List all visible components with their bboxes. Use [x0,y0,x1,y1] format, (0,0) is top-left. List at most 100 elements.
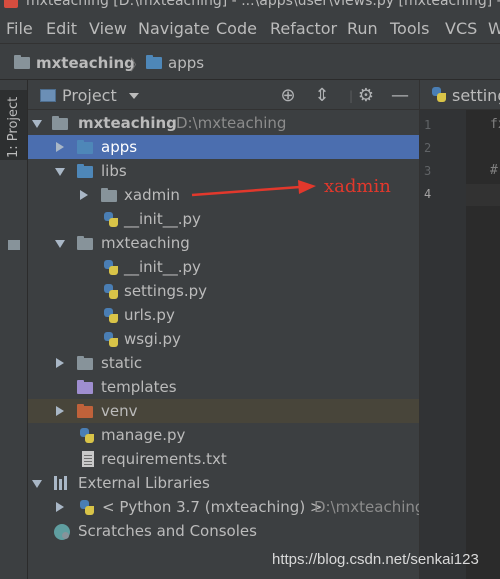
package-folder-icon [101,188,117,202]
tree-label-external-libraries: External Libraries [78,474,210,492]
collapse-all-icon[interactable]: ⇕ [312,86,332,106]
tree-row-manage[interactable]: manage.py [28,423,419,447]
collapse-arrow-icon[interactable] [56,142,64,152]
line-number: 3 [424,164,432,178]
current-line-highlight [466,184,500,206]
folder-icon [146,55,162,69]
tree-label-root: mxteaching [78,114,177,132]
chevron-right-icon: 〉 [130,56,146,74]
tree-label-libs-init: __init__.py [124,210,201,228]
tree-row-venv[interactable]: venv [28,399,419,423]
pycharm-logo-icon [4,0,18,8]
templates-folder-icon [77,380,93,394]
tree-label-manage: manage.py [101,426,186,444]
tree-row-mxteaching-package[interactable]: mxteaching [28,231,419,255]
window-title: mxteaching [D:\mxteaching] - ...\apps\us… [26,0,500,9]
menu-navigate[interactable]: Navigate [138,19,210,38]
tree-row-python-sdk[interactable]: < Python 3.7 (mxteaching) > D:\mxteachin… [28,495,424,519]
structure-tool-icon[interactable] [8,240,20,250]
line-number-gutter: 1 2 3 4 [420,110,466,579]
tree-row-apps[interactable]: apps [28,135,419,159]
tree-label-urls: urls.py [124,306,175,324]
menu-tools[interactable]: Tools [390,19,429,38]
tree-row-requirements[interactable]: requirements.txt [28,447,419,471]
gear-icon[interactable]: ⚙ [356,86,376,106]
project-view-icon [40,89,56,102]
tree-label-python-sdk: < Python 3.7 (mxteaching) > [102,498,323,516]
breadcrumb: mxteaching 〉 apps [0,44,500,80]
tree-label-templates: templates [101,378,177,396]
menu-vcs[interactable]: VCS [445,19,477,38]
tree-row-templates[interactable]: templates [28,375,419,399]
window-title-bar: mxteaching [D:\mxteaching] - ...\apps\us… [0,0,500,12]
expand-arrow-icon[interactable] [55,168,65,176]
menu-edit[interactable]: Edit [46,19,77,38]
tree-label-wsgi: wsgi.py [124,330,181,348]
tree-row-wsgi[interactable]: wsgi.py [28,327,419,351]
menu-window[interactable]: W [488,19,500,38]
breadcrumb-item-mxteaching[interactable]: mxteaching [36,54,135,72]
code-line-3[interactable]: # [490,163,498,178]
hide-panel-icon[interactable]: — [390,86,410,106]
tree-row-external-libraries[interactable]: External Libraries [28,471,419,495]
tree-row-urls[interactable]: urls.py [28,303,419,327]
expand-arrow-icon[interactable] [32,480,42,488]
python-file-icon [104,308,118,323]
project-view-selector[interactable]: Project [62,86,117,105]
tree-label-libs: libs [101,162,127,180]
package-folder-icon [77,236,93,250]
tree-row-pkg-init[interactable]: __init__.py [28,255,419,279]
python-file-icon [432,87,446,102]
tree-row-static[interactable]: static [28,351,419,375]
editor-tab-settings[interactable]: setting [452,86,500,105]
project-tool-tab-label: 1: Project [6,96,21,158]
tree-path-python-sdk: D:\mxteaching [314,498,425,516]
menu-refactor[interactable]: Refactor [270,19,337,38]
menu-run[interactable]: Run [347,19,378,38]
project-panel: Project ⊕ ⇕ | ⚙ — mxteaching D:\mxteachi… [28,80,424,579]
collapse-arrow-icon[interactable] [56,502,64,512]
tree-label-pkg-init: __init__.py [124,258,201,276]
tree-label-apps: apps [101,138,138,156]
expand-arrow-icon[interactable] [32,120,42,128]
tree-row-libs-init[interactable]: __init__.py [28,207,419,231]
menu-bar: File Edit View Navigate Code Refactor Ru… [0,12,500,44]
python-file-icon [104,284,118,299]
python-file-icon [80,428,94,443]
collapse-arrow-icon[interactable] [80,190,88,200]
menu-view[interactable]: View [89,19,127,38]
collapse-arrow-icon[interactable] [56,358,64,368]
python-file-icon [104,332,118,347]
folder-icon [14,55,30,69]
code-line-1[interactable]: fx [490,117,500,132]
tree-row-root[interactable]: mxteaching D:\mxteaching [28,111,419,135]
tree-path-root: D:\mxteaching [176,114,287,132]
library-icon [54,476,70,490]
collapse-arrow-icon[interactable] [56,406,64,416]
menu-file[interactable]: File [6,19,33,38]
watermark: https://blog.csdn.net/senkai123 [272,551,479,568]
expand-arrow-icon[interactable] [55,240,65,248]
line-number: 4 [424,187,432,201]
python-file-icon [104,260,118,275]
scratches-icon [54,524,70,540]
folder-icon [52,116,68,130]
line-number: 1 [424,118,432,132]
tree-label-settings: settings.py [124,282,207,300]
python-sdk-icon [80,500,94,515]
tool-window-strip: 1: Project [0,80,28,579]
chevron-down-icon[interactable] [129,93,139,99]
locate-file-icon[interactable]: ⊕ [278,86,298,106]
menu-code[interactable]: Code [216,19,257,38]
annotation-label: xadmin [324,176,391,197]
text-file-icon [82,451,94,467]
editor-tab-bar: setting [420,80,500,110]
tree-label-scratches: Scratches and Consoles [78,522,257,540]
python-file-icon [104,212,118,227]
breadcrumb-item-apps[interactable]: apps [168,54,204,72]
excluded-folder-icon [77,404,93,418]
tree-row-settings[interactable]: settings.py [28,279,419,303]
tree-label-xadmin: xadmin [124,186,180,204]
tree-row-scratches[interactable]: Scratches and Consoles [28,519,419,543]
folder-icon [77,164,93,178]
